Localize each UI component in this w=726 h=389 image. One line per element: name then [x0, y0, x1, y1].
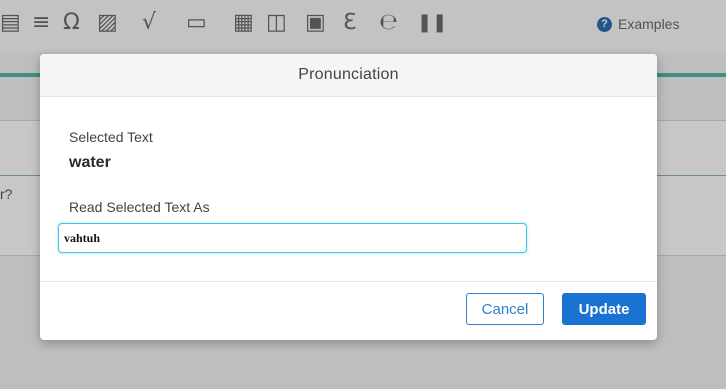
cancel-button[interactable]: Cancel [466, 293, 544, 325]
read-as-label: Read Selected Text As [69, 199, 210, 215]
dialog-title: Pronunciation [298, 66, 399, 83]
update-button[interactable]: Update [562, 293, 646, 325]
dialog-header: Pronunciation [40, 54, 657, 97]
read-as-input[interactable] [58, 223, 527, 253]
selected-text-label: Selected Text [69, 129, 153, 145]
selected-text-value: water [69, 154, 111, 171]
pronunciation-dialog: Pronunciation Selected Text water Read S… [40, 54, 657, 340]
dialog-footer-divider [40, 281, 657, 282]
